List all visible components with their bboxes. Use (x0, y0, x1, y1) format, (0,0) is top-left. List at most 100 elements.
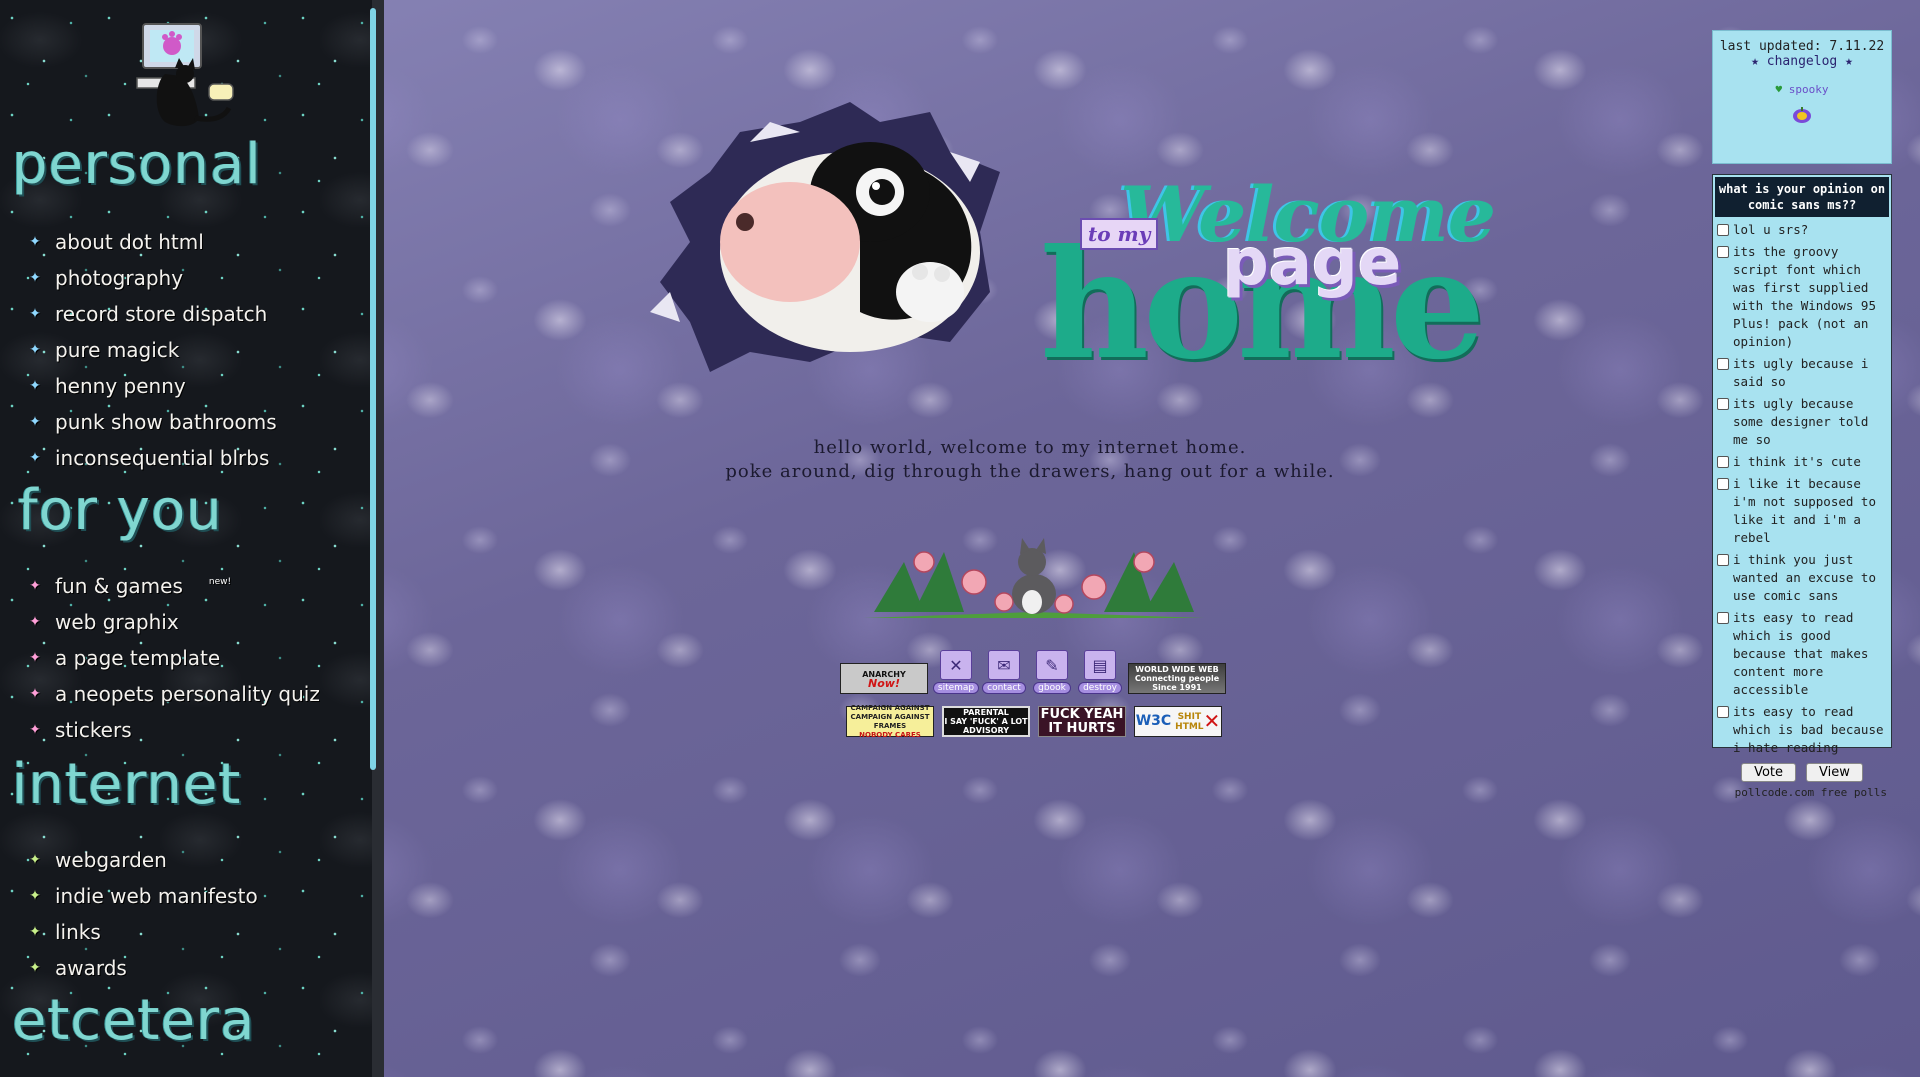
contact-button[interactable]: ✉ contact (982, 650, 1026, 694)
poll-option-label: its ugly because i said so (1733, 356, 1869, 389)
poll-checkbox[interactable] (1717, 358, 1729, 370)
star-icon: ✦ (29, 686, 41, 702)
poll-checkbox[interactable] (1717, 478, 1729, 490)
parental-advisory-button[interactable]: PARENTAL I SAY 'FUCK' A LOT ADVISORY (942, 706, 1030, 737)
poll-option[interactable]: i think you just wanted an excuse to use… (1713, 549, 1891, 607)
poll-option-label: i think you just wanted an excuse to use… (1733, 552, 1876, 603)
envelope-icon: ✉ (988, 650, 1020, 680)
intro-line-1: hello world, welcome to my internet home… (813, 437, 1247, 458)
sidebar-item-awards[interactable]: ✦ awards (26, 950, 258, 986)
sidebar-item-page-template[interactable]: ✦ a page template (26, 640, 320, 676)
sidebar-item-photography[interactable]: ✦ photography (26, 260, 277, 296)
section-title-internet: internet (12, 752, 242, 817)
sidebar-item-record-store-dispatch[interactable]: ✦ record store dispatch (26, 296, 277, 332)
anarchy-now-label: Now! (868, 676, 900, 690)
sidebar-item-links[interactable]: ✦ links (26, 914, 258, 950)
star-icon: ✦ (29, 888, 41, 904)
sidebar-item-label: record store dispatch (55, 302, 268, 326)
star-icon: ✦ (29, 614, 41, 630)
sidebar-item-henny-penny[interactable]: ✦ henny penny (26, 368, 277, 404)
poll-option[interactable]: its ugly because some designer told me s… (1713, 393, 1891, 451)
last-updated-text: last updated: 7.11.22 (1719, 39, 1885, 54)
destroy-button[interactable]: ▤ destroy (1078, 650, 1122, 694)
star-icon: ✦ (29, 342, 41, 358)
poll-question: what is your opinion on comic sans ms?? (1715, 177, 1889, 217)
poll-checkbox[interactable] (1717, 706, 1729, 718)
sidebar-item-label: links (55, 920, 101, 944)
poll-option[interactable]: lol u srs? (1713, 219, 1891, 241)
section-title-for-you: for you (18, 478, 223, 543)
sidebar-item-label: a page template (55, 646, 221, 670)
shredder-icon: ▤ (1084, 650, 1116, 680)
poll-option[interactable]: its ugly because i said so (1713, 353, 1891, 393)
fuck-yeah-it-hurts-button[interactable]: FUCK YEAH IT HURTS (1038, 706, 1126, 737)
sitemap-icon: ✕ (940, 650, 972, 680)
sitemap-button[interactable]: ✕ sitemap (932, 650, 980, 694)
poll-option-label: its the groovy script font which was fir… (1733, 244, 1876, 349)
sidebar-item-stickers[interactable]: ✦ stickers (26, 712, 320, 748)
world-wide-web-button[interactable]: WORLD WIDE WEB Connecting people Since 199… (1128, 663, 1226, 694)
sidebar-item-fun-and-games[interactable]: ✦ fun & games new! (26, 568, 320, 604)
to-my-label: to my (1080, 218, 1159, 250)
sidebar-item-label: photography (55, 266, 184, 290)
sidebar-item-label: a neopets personality quiz (55, 682, 320, 706)
w3c-shit-html-button[interactable]: W3C SHIT HTML ✕ (1134, 706, 1222, 737)
sitemap-label: sitemap (932, 682, 980, 694)
view-results-button[interactable]: View (1806, 763, 1863, 782)
welcome-to-my-homepage-logo: Welcome home page to my (1040, 170, 1496, 400)
parental-line-1: PARENTAL (963, 708, 1009, 717)
poll-option[interactable]: its easy to read which is bad because i … (1713, 701, 1891, 759)
sidebar-item-label: punk show bathrooms (55, 410, 277, 434)
star-icon: ✦ (29, 650, 41, 666)
w3c-shit-label: SHIT (1177, 711, 1202, 722)
spooky-link[interactable]: ♥ spooky (1713, 83, 1891, 96)
fuck-line-1: FUCK YEAH (1040, 706, 1124, 722)
poll-option[interactable]: i like it because i'm not supposed to li… (1713, 473, 1891, 549)
poll-option[interactable]: its the groovy script font which was fir… (1713, 241, 1891, 353)
sidebar-item-indie-web-manifesto[interactable]: ✦ indie web manifesto (26, 878, 258, 914)
sidebar-item-label: inconsequential blrbs (55, 446, 270, 470)
poll-checkbox[interactable] (1717, 398, 1729, 410)
sidebar-scrollbar[interactable] (370, 8, 376, 770)
sidebar-item-about[interactable]: ✦ about dot html (26, 224, 277, 260)
section-title-personal: personal (12, 132, 262, 197)
anarchy-now-button[interactable]: ANARCHY Now! (840, 663, 928, 694)
sidebar-item-label: stickers (55, 718, 132, 742)
star-icon: ✦ (29, 306, 41, 322)
poll-checkbox[interactable] (1717, 224, 1729, 236)
sidebar-nav: personal ✦ about dot html ✦ photography ✦ r… (0, 0, 384, 1077)
star-icon: ✦ (29, 722, 41, 738)
section-title-etcetera: etcetera (12, 988, 256, 1053)
poll-actions: Vote View (1713, 763, 1891, 782)
sidebar-item-neopets-quiz[interactable]: ✦ a neopets personality quiz (26, 676, 320, 712)
sidebar-item-pure-magick[interactable]: ✦ pure magick (26, 332, 277, 368)
intro-text: hello world, welcome to my internet home… (640, 436, 1420, 484)
poll-checkbox[interactable] (1717, 456, 1729, 468)
poll-option[interactable]: i think it's cute (1713, 451, 1891, 473)
vote-button[interactable]: Vote (1741, 763, 1797, 782)
sidebar-item-label: henny penny (55, 374, 186, 398)
campaign-against-frames-button[interactable]: CAMPAIGN AGAINST CAMPAIGN AGAINST FRAMES NO… (846, 703, 934, 739)
sidebar-item-webgarden[interactable]: ✦ webgarden (26, 842, 258, 878)
sidebar-item-punk-show-bathrooms[interactable]: ✦ punk show bathrooms (26, 404, 277, 440)
star-icon: ✦ (29, 578, 41, 594)
badge-row-top: ANARCHY Now! ✕ sitemap ✉ contact ✎ gbook … (840, 650, 1226, 694)
www-line-1: WORLD WIDE WEB (1135, 665, 1219, 674)
poll-checkbox[interactable] (1717, 246, 1729, 258)
pollcode-footer-link[interactable]: pollcode.com free polls (1713, 782, 1891, 799)
guestbook-button[interactable]: ✎ gbook (1032, 650, 1072, 694)
poll-checkbox[interactable] (1717, 554, 1729, 566)
gbook-label: gbook (1033, 682, 1071, 694)
frames-line-1: CAMPAIGN AGAINST (850, 703, 930, 712)
sidebar-item-web-graphix[interactable]: ✦ web graphix (26, 604, 320, 640)
www-line-2: Connecting people (1134, 674, 1220, 683)
pumpkin-icon (1713, 106, 1891, 128)
parental-line-3: ADVISORY (962, 726, 1010, 735)
new-badge: new! (208, 577, 232, 587)
changelog-link[interactable]: ★ changelog ★ (1713, 54, 1891, 69)
poll-checkbox[interactable] (1717, 612, 1729, 624)
sidebar-item-inconsequential-blrbs[interactable]: ✦ inconsequential blrbs (26, 440, 277, 476)
last-updated-panel: last updated: 7.11.22 ★ changelog ★ ♥ sp… (1712, 30, 1892, 164)
poll-option[interactable]: its easy to read which is good because t… (1713, 607, 1891, 701)
poll-option-label: its easy to read which is bad because i … (1733, 704, 1884, 755)
